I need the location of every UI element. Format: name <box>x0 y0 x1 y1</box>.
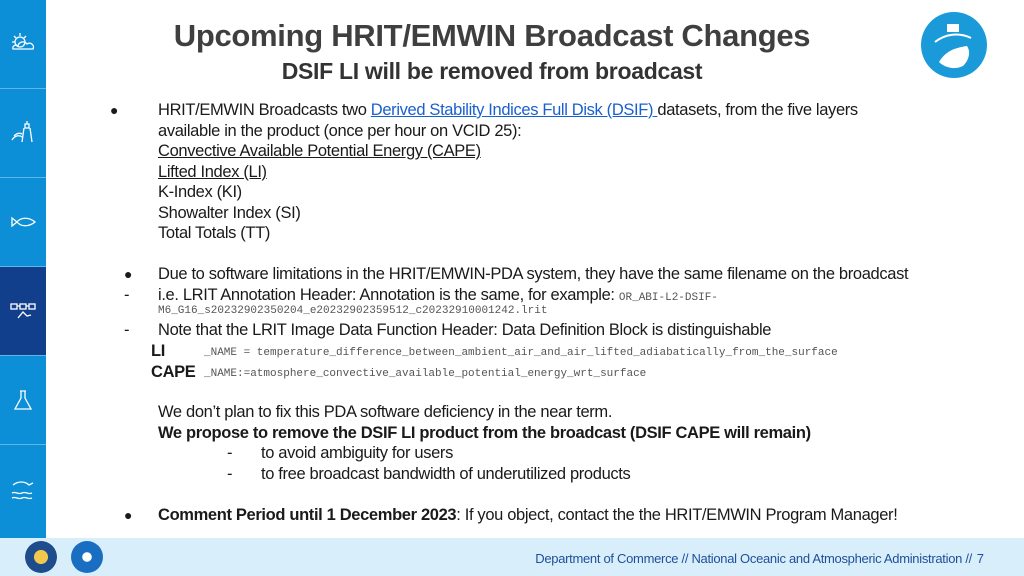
paragraph-5: We don’t plan to fix this PDA software d… <box>158 403 613 421</box>
page-number: 7 <box>976 551 984 566</box>
layer-li[interactable]: Lifted Index (LI) <box>158 162 267 182</box>
layer-cape[interactable]: Convective Available Potential Energy (C… <box>158 141 481 161</box>
bullet: ● <box>110 102 119 118</box>
text: HRIT/EMWIN Broadcasts two <box>158 101 371 119</box>
text: : If you object, contact the the HRIT/EM… <box>456 506 898 524</box>
reason-1: to avoid ambiguity for users <box>261 444 453 462</box>
dash: - <box>227 465 233 483</box>
page-title: Upcoming HRIT/EMWIN Broadcast Changes <box>173 18 811 53</box>
cape-label: CAPE <box>151 363 196 381</box>
layer-si: Showalter Index (SI) <box>158 204 301 222</box>
flask-icon <box>13 390 33 410</box>
sidebar-item-ocean[interactable] <box>0 445 46 534</box>
sidebar-item-coast[interactable] <box>0 89 46 178</box>
paragraph-1-cont: available in the product (once per hour … <box>158 122 522 140</box>
paragraph-2: Due to software limitations in the HRIT/… <box>158 265 909 283</box>
page-subtitle: DSIF LI will be removed from broadcast <box>281 58 703 84</box>
filename-part: OR_ABI-L2-DSIF- <box>618 292 718 304</box>
satellite-icon <box>10 303 36 319</box>
lighthouse-icon <box>11 121 33 143</box>
paragraph-6: We propose to remove the DSIF LI product… <box>158 424 811 442</box>
paragraph-4: Note that the LRIT Image Data Function H… <box>158 321 772 339</box>
fish-icon <box>11 216 37 228</box>
noaa-logo <box>71 541 103 573</box>
cape-value: _NAME:=atmosphere_convective_available_p… <box>204 368 647 380</box>
doc-seal <box>25 541 57 573</box>
paragraph-7: Comment Period until 1 December 2023: If… <box>158 505 898 525</box>
dsif-link[interactable]: Derived Stability Indices Full Disk (DSI… <box>371 101 658 119</box>
dash: - <box>124 321 130 339</box>
ocean-icon <box>11 480 34 499</box>
bullet: ● <box>124 507 133 523</box>
comment-period: Comment Period until 1 December 2023 <box>158 506 457 524</box>
dash: - <box>227 444 233 462</box>
layer-ki: K-Index (KI) <box>158 183 242 201</box>
paragraph-1: HRIT/EMWIN Broadcasts two Derived Stabil… <box>158 100 858 120</box>
sidebar-item-fisheries[interactable] <box>0 178 46 267</box>
footer-text: Department of Commerce // National Ocean… <box>535 551 972 566</box>
layer-tt: Total Totals (TT) <box>158 224 271 242</box>
noaa-satellite-logo <box>921 12 987 78</box>
text: datasets, from the five layers <box>657 101 858 119</box>
bullet: ● <box>124 266 133 282</box>
sidebar-item-satellites[interactable] <box>0 267 46 356</box>
li-value: _NAME = temperature_difference_between_a… <box>204 347 838 359</box>
reason-2: to free broadcast bandwidth of underutil… <box>261 465 631 483</box>
li-label: LI <box>151 342 165 360</box>
dash: - <box>124 286 130 304</box>
filename: M6_G16_s20232902350204_e20232902359512_c… <box>158 305 548 317</box>
sidebar-item-research[interactable] <box>0 356 46 445</box>
